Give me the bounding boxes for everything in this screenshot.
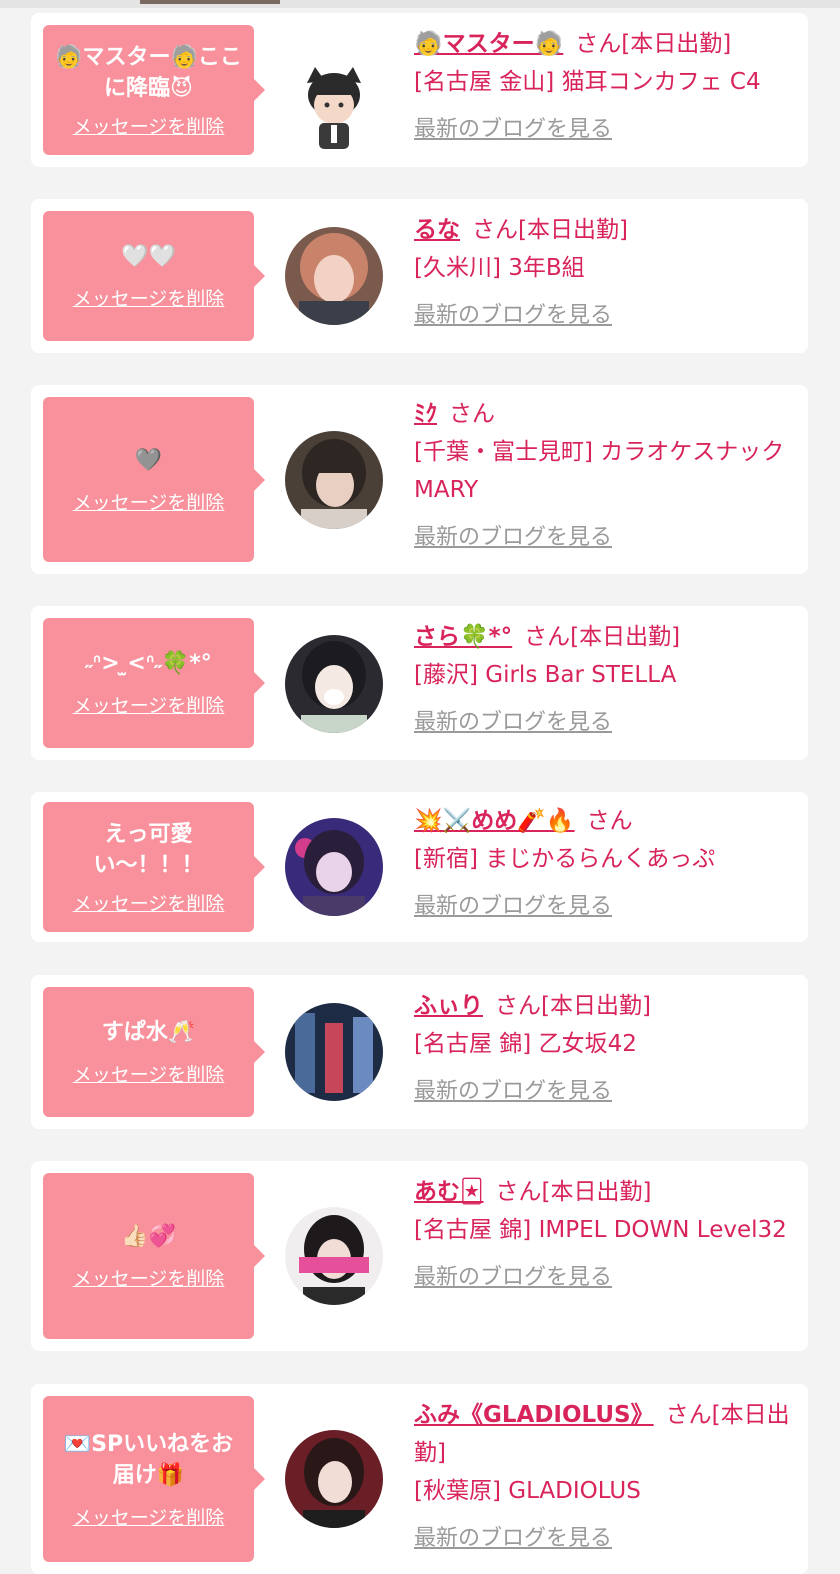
delete-message-link[interactable]: メッセージを削除 [73, 112, 225, 139]
avatar[interactable] [285, 431, 383, 529]
message-text: すぱ水🥂 [101, 1020, 196, 1045]
message-text: 🧓マスター🧓ここに降臨😈 [55, 44, 242, 101]
member-name-link[interactable]: ふぃり [414, 993, 483, 1019]
member-name-link[interactable]: るな [414, 217, 460, 243]
top-scroll-indicator [0, 0, 840, 8]
shop-name: [千葉・富士見町] カラオケスナック MARY [414, 439, 785, 503]
shop-name: [久米川] 3年B組 [414, 255, 585, 281]
shop-name: [名古屋 金山] 猫耳コンカフェ C4 [414, 69, 761, 95]
view-blog-link[interactable]: 最新のブログを見る [414, 704, 612, 742]
honorific: さん [665, 1402, 712, 1428]
message-card: 🤍🤍 メッセージを削除 るな さん[本日出勤] [久米川] 3年B組 最新のブログ… [31, 199, 808, 353]
member-name-link[interactable]: あむ🃏 [414, 1179, 484, 1205]
user-photo-icon [285, 635, 383, 733]
message-card: 🩶 メッセージを削除 ﾐｸ さん [千葉・富士見町] カラオケスナック MARY … [31, 385, 808, 574]
attendance-status: [本日出勤] [541, 993, 651, 1019]
message-text: えっ可愛い〜！！！ [93, 821, 204, 878]
message-card: 💌SPいいねをお届け🎁 メッセージを削除 ふみ《GLADIOLUS》 さん[本日出… [31, 1384, 808, 1574]
member-info: さら🍀*° さん[本日出勤] [藤沢] Girls Bar STELLA 最新のブ… [414, 618, 794, 742]
user-photo-icon [285, 1207, 383, 1305]
avatar[interactable] [285, 227, 383, 325]
honorific: さん [524, 624, 571, 650]
user-photo-icon [285, 227, 383, 325]
attendance-status: [本日出勤] [570, 624, 681, 650]
user-photo-icon [285, 818, 383, 916]
honorific: さん [575, 31, 622, 57]
message-bubble: すぱ水🥂 メッセージを削除 [43, 987, 265, 1117]
message-card: 🧓マスター🧓ここに降臨😈 メッセージを削除 🧓マスター🧓 さん[本日出勤] [名古… [31, 13, 808, 167]
avatar[interactable] [285, 635, 383, 733]
view-blog-link[interactable]: 最新のブログを見る [414, 519, 612, 557]
member-info: ふぃり さん[本日出勤] [名古屋 錦] 乙女坂42 最新のブログを見る [414, 987, 794, 1111]
message-card: えっ可愛い〜！！！ メッセージを削除 💥⚔️めめ🧨🔥 さん [新宿] まじかるらん… [31, 792, 808, 942]
user-photo-icon [285, 1430, 383, 1528]
member-info: 🧓マスター🧓 さん[本日出勤] [名古屋 金山] 猫耳コンカフェ C4 最新のブロ… [414, 25, 794, 149]
member-info: るな さん[本日出勤] [久米川] 3年B組 最新のブログを見る [414, 211, 794, 335]
member-name-link[interactable]: 🧓マスター🧓 [414, 31, 563, 57]
attendance-status: [本日出勤] [541, 1179, 652, 1205]
shop-name: [秋葉原] GLADIOLUS [414, 1478, 641, 1504]
shop-name: [名古屋 錦] IMPEL DOWN Level32 [414, 1217, 787, 1243]
view-blog-link[interactable]: 最新のブログを見る [414, 888, 612, 926]
honorific: さん [586, 808, 633, 834]
message-bubble: 👍🏻💞 メッセージを削除 [43, 1173, 265, 1339]
delete-message-link[interactable]: メッセージを削除 [73, 1264, 225, 1291]
message-text: 🩶 [134, 447, 163, 473]
message-text: ˶ᐢ> ̫<ᐢ˶🍀*° [85, 651, 212, 676]
message-text: 👍🏻💞 [121, 1224, 176, 1249]
member-name-link[interactable]: 💥⚔️めめ🧨🔥 [414, 808, 575, 834]
user-photo-icon [285, 431, 383, 529]
message-bubble: 🧓マスター🧓ここに降臨😈 メッセージを削除 [43, 25, 265, 155]
message-text: 💌SPいいねをお届け🎁 [63, 1431, 234, 1488]
view-blog-link[interactable]: 最新のブログを見る [414, 111, 612, 149]
delete-message-link[interactable]: メッセージを削除 [73, 1060, 225, 1087]
delete-message-link[interactable]: メッセージを削除 [73, 1503, 225, 1530]
message-card: 👍🏻💞 メッセージを削除 あむ🃏 さん[本日出勤] [名古屋 錦] IMPEL D… [31, 1161, 808, 1351]
attendance-status: [本日出勤] [518, 217, 628, 243]
member-info: あむ🃏 さん[本日出勤] [名古屋 錦] IMPEL DOWN Level32 最… [414, 1173, 794, 1297]
avatar[interactable] [285, 1430, 383, 1528]
message-card: ˶ᐢ> ̫<ᐢ˶🍀*° メッセージを削除 さら🍀*° さん[本日出勤] [藤沢] … [31, 606, 808, 760]
delete-message-link[interactable]: メッセージを削除 [73, 488, 225, 515]
honorific: さん [472, 217, 518, 243]
honorific: さん [449, 401, 495, 427]
member-name-link[interactable]: ﾐｸ [414, 401, 437, 427]
message-bubble: ˶ᐢ> ̫<ᐢ˶🍀*° メッセージを削除 [43, 618, 265, 748]
honorific: さん [495, 1179, 542, 1205]
cartoon-avatar-icon [285, 55, 383, 153]
delete-message-link[interactable]: メッセージを削除 [73, 889, 225, 916]
avatar[interactable] [285, 55, 383, 153]
delete-message-link[interactable]: メッセージを削除 [73, 691, 225, 718]
active-tab-indicator [140, 0, 280, 4]
member-info: 💥⚔️めめ🧨🔥 さん [新宿] まじかるらんくあっぷ 最新のブログを見る [414, 802, 794, 926]
user-photo-icon [285, 1003, 383, 1101]
view-blog-link[interactable]: 最新のブログを見る [414, 1073, 612, 1111]
view-blog-link[interactable]: 最新のブログを見る [414, 1259, 612, 1297]
honorific: さん [495, 993, 541, 1019]
shop-name: [藤沢] Girls Bar STELLA [414, 662, 677, 688]
message-bubble: えっ可愛い〜！！！ メッセージを削除 [43, 802, 265, 932]
view-blog-link[interactable]: 最新のブログを見る [414, 1520, 612, 1558]
member-info: ﾐｸ さん [千葉・富士見町] カラオケスナック MARY 最新のブログを見る [414, 395, 794, 557]
member-name-link[interactable]: ふみ《GLADIOLUS》 [414, 1402, 654, 1428]
avatar[interactable] [285, 1003, 383, 1101]
message-card: すぱ水🥂 メッセージを削除 ふぃり さん[本日出勤] [名古屋 錦] 乙女坂42 … [31, 975, 808, 1129]
message-bubble: 🤍🤍 メッセージを削除 [43, 211, 265, 341]
attendance-status: [本日出勤] [621, 31, 732, 57]
view-blog-link[interactable]: 最新のブログを見る [414, 297, 612, 335]
shop-name: [名古屋 錦] 乙女坂42 [414, 1031, 637, 1057]
shop-name: [新宿] まじかるらんくあっぷ [414, 846, 716, 872]
message-text: 🤍🤍 [121, 244, 176, 269]
member-name-link[interactable]: さら🍀*° [414, 624, 512, 650]
message-bubble: 💌SPいいねをお届け🎁 メッセージを削除 [43, 1396, 265, 1562]
avatar[interactable] [285, 818, 383, 916]
avatar[interactable] [285, 1207, 383, 1305]
delete-message-link[interactable]: メッセージを削除 [73, 284, 225, 311]
message-bubble: 🩶 メッセージを削除 [43, 397, 265, 562]
member-info: ふみ《GLADIOLUS》 さん[本日出勤] [秋葉原] GLADIOLUS 最新… [414, 1396, 794, 1558]
